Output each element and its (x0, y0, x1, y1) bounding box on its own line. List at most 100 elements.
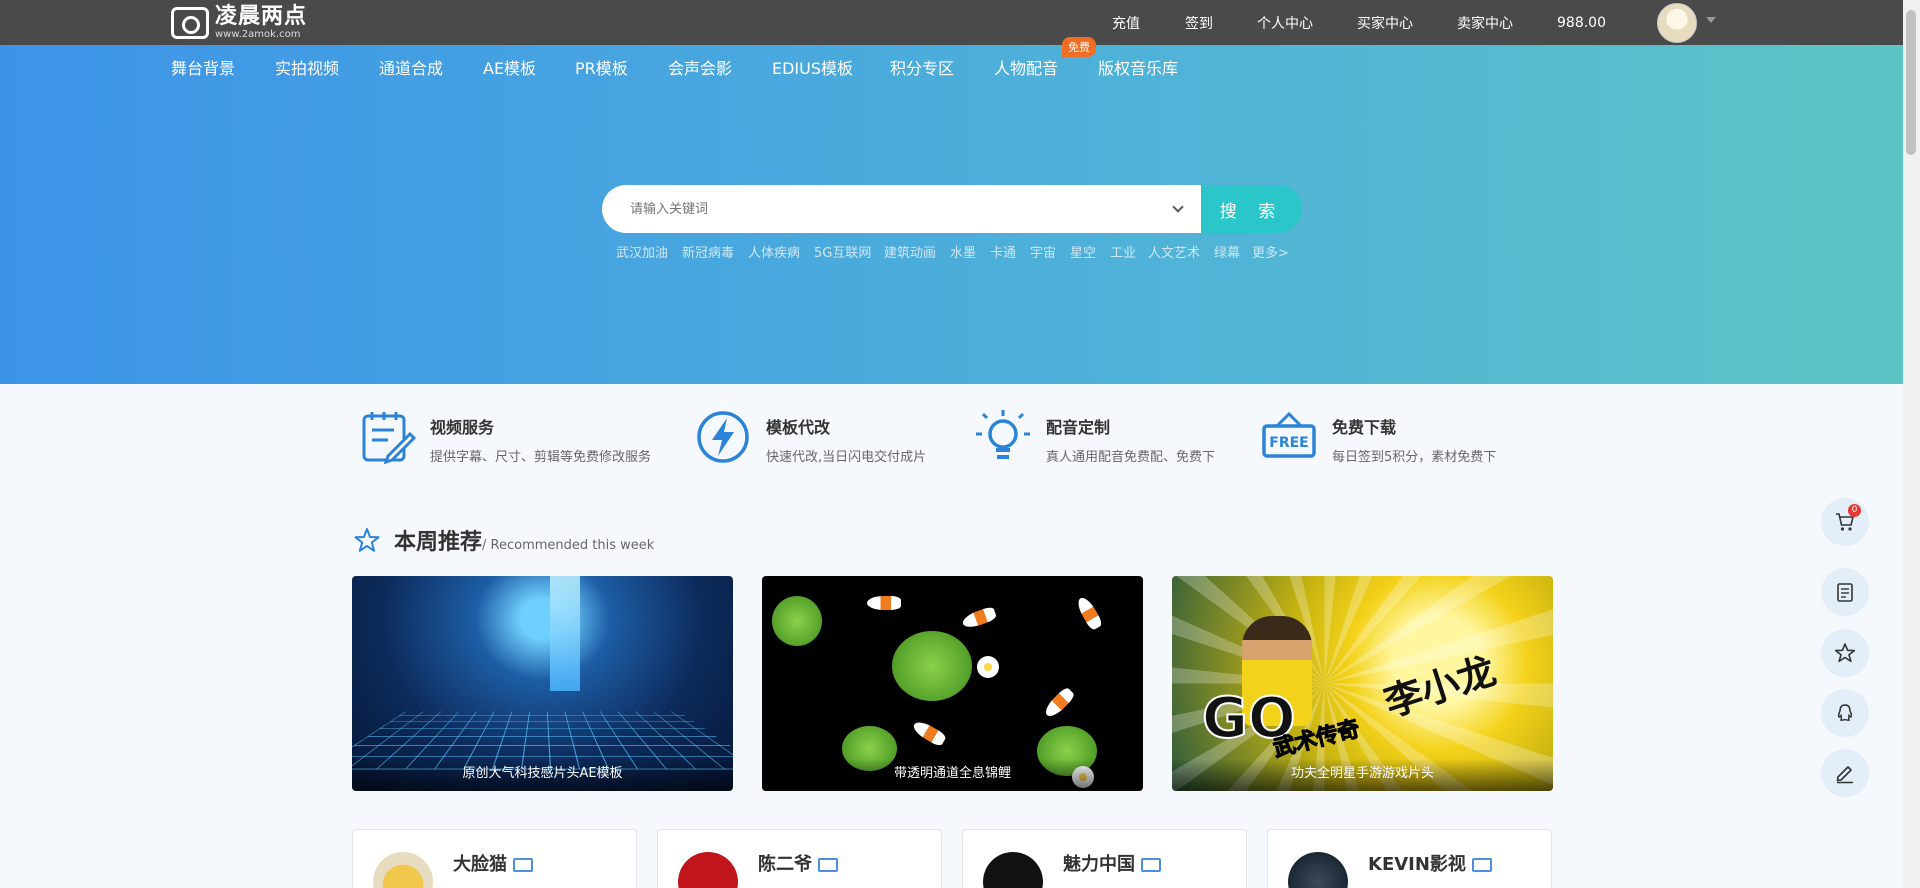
service-desc: 每日签到5积分，素材免费下 (1332, 450, 1497, 465)
logo-camera-icon (171, 7, 209, 39)
buyer-center-link[interactable]: 买家中心 (1357, 13, 1413, 33)
avatar (1288, 852, 1348, 888)
section-heading: 本周推荐 (394, 530, 483, 555)
service-desc: 提供字幕、尺寸、剪辑等免费修改服务 (430, 450, 652, 465)
service-video[interactable]: 视频服务 提供字幕、尺寸、剪辑等免费修改服务 (358, 408, 651, 466)
favorites-button[interactable] (1821, 629, 1869, 677)
author-name: 大脸猫 (453, 854, 507, 875)
personal-center-link[interactable]: 个人中心 (1257, 13, 1313, 33)
author-name: KEVIN影视 (1368, 854, 1466, 875)
verified-icon (818, 858, 838, 872)
verified-icon (1471, 858, 1492, 872)
nav-item-live-video[interactable]: 实拍视频 (275, 55, 339, 79)
author-card[interactable]: KEVIN影视 (1267, 829, 1552, 888)
signin-link[interactable]: 签到 (1185, 13, 1213, 33)
author-card[interactable]: 陈二爷 (657, 829, 942, 888)
koi-fish (1042, 686, 1076, 720)
lotus-flower (977, 656, 999, 678)
hotword[interactable]: 武汉加油 (616, 242, 668, 261)
site-logo[interactable]: 凌晨两点 www.2amok.com (171, 5, 307, 41)
lightbulb-icon (976, 410, 1030, 459)
service-template[interactable]: 模板代改 快速代改,当日闪电交付成片 (694, 408, 926, 466)
avatar (983, 852, 1043, 888)
feedback-button[interactable] (1821, 749, 1869, 797)
koi-fish (1074, 594, 1104, 632)
cart-button[interactable]: 0 (1821, 498, 1869, 546)
clipboard-edit-icon (362, 412, 416, 465)
qq-penguin-icon (1837, 704, 1853, 721)
hotword[interactable]: 建筑动画 (884, 242, 936, 261)
author-card[interactable]: 大脸猫 (352, 829, 637, 888)
card-caption: 带透明通道全息锦鲤 (762, 759, 1143, 791)
balance-value: 988.00 (1557, 14, 1606, 31)
hero-banner: 舞台背景 实拍视频 通道合成 AE模板 PR模板 会声会影 EDIUS模板 积分… (0, 37, 1903, 384)
chevron-down-icon[interactable] (1706, 17, 1716, 23)
nav-item-vstudio[interactable]: 会声会影 (668, 55, 732, 79)
recommend-card[interactable]: 原创大气科技感片头AE模板 (352, 576, 733, 791)
service-voice[interactable]: 配音定制 真人通用配音免费配、免费下 (974, 408, 1215, 466)
search-box (602, 185, 1202, 233)
hotword[interactable]: 5G互联网 (814, 242, 871, 261)
service-title: 免费下载 (1332, 418, 1397, 437)
top-bar: 凌晨两点 www.2amok.com 充值 签到 个人中心 买家中心 卖家中心 … (0, 0, 1920, 45)
service-title: 配音定制 (1046, 418, 1111, 437)
free-badge: 免费 (1062, 37, 1096, 57)
card-caption: 原创大气科技感片头AE模板 (352, 759, 733, 791)
star-icon (354, 528, 380, 552)
nav-item-points[interactable]: 积分专区 (890, 55, 954, 79)
verified-icon (1141, 858, 1161, 872)
recommend-card[interactable]: GO 李小龙 武术传奇 功夫全明星手游游戏片头 (1172, 576, 1553, 791)
logo-url: www.2amok.com (215, 29, 301, 40)
nav-item-stage-bg[interactable]: 舞台背景 (171, 55, 235, 79)
section-title: 本周推荐 / Recommended this week (354, 524, 654, 556)
star-icon (1834, 643, 1856, 663)
scrollbar-thumb[interactable] (1906, 10, 1916, 155)
lily-pad (892, 631, 972, 701)
seller-center-link[interactable]: 卖家中心 (1457, 13, 1513, 33)
hotword[interactable]: 绿幕 (1214, 242, 1240, 261)
hotword[interactable]: 工业 (1110, 242, 1136, 261)
service-desc: 真人通用配音免费配、免费下 (1046, 450, 1216, 465)
hotword[interactable]: 人文艺术 (1148, 242, 1200, 261)
service-free[interactable]: FREE 免费下载 每日签到5积分，素材免费下 (1260, 408, 1496, 466)
svg-text:FREE: FREE (1269, 435, 1308, 451)
recharge-link[interactable]: 充值 (1112, 13, 1140, 33)
nav-item-edius[interactable]: EDIUS模板 (772, 55, 853, 79)
search-button[interactable]: 搜 索 (1201, 185, 1302, 233)
author-name: 魅力中国 (1063, 854, 1135, 875)
hotword[interactable]: 卡通 (990, 242, 1016, 261)
chevron-down-icon[interactable] (1172, 201, 1184, 213)
nav-item-music[interactable]: 版权音乐库 (1098, 55, 1178, 79)
lily-pad (772, 596, 822, 646)
nav-item-ae[interactable]: AE模板 (483, 55, 536, 79)
cart-count-badge: 0 (1848, 504, 1861, 517)
koi-fish (910, 718, 948, 748)
card-caption: 功夫全明星手游游戏片头 (1172, 759, 1553, 791)
orders-button[interactable] (1821, 568, 1869, 616)
section-subheading: / Recommended this week (482, 538, 655, 553)
search-input[interactable] (630, 201, 1170, 217)
recommend-card[interactable]: 带透明通道全息锦鲤 (762, 576, 1143, 791)
more-link[interactable]: 更多> (1252, 242, 1289, 261)
verified-icon (513, 858, 533, 872)
user-avatar[interactable] (1657, 3, 1697, 43)
edit-icon (1836, 766, 1853, 784)
logo-name: 凌晨两点 (215, 4, 308, 29)
author-card[interactable]: 魅力中国 (962, 829, 1247, 888)
service-title: 模板代改 (766, 418, 831, 437)
service-title: 视频服务 (430, 418, 495, 437)
nav-item-voice[interactable]: 人物配音 (994, 55, 1058, 79)
koi-fish (960, 605, 998, 631)
avatar (678, 852, 738, 888)
hotword[interactable]: 宇宙 (1030, 242, 1056, 261)
nav-item-channel[interactable]: 通道合成 (379, 55, 443, 79)
hotword[interactable]: 新冠病毒 (682, 242, 734, 261)
hotword[interactable]: 人体疾病 (748, 242, 800, 261)
qq-button[interactable] (1821, 689, 1869, 737)
service-desc: 快速代改,当日闪电交付成片 (766, 450, 927, 465)
free-sign-icon: FREE (1262, 411, 1316, 458)
card-thumbnail (550, 576, 580, 691)
hotword[interactable]: 星空 (1070, 242, 1096, 261)
hotword[interactable]: 水墨 (950, 242, 976, 261)
nav-item-pr[interactable]: PR模板 (575, 55, 628, 79)
